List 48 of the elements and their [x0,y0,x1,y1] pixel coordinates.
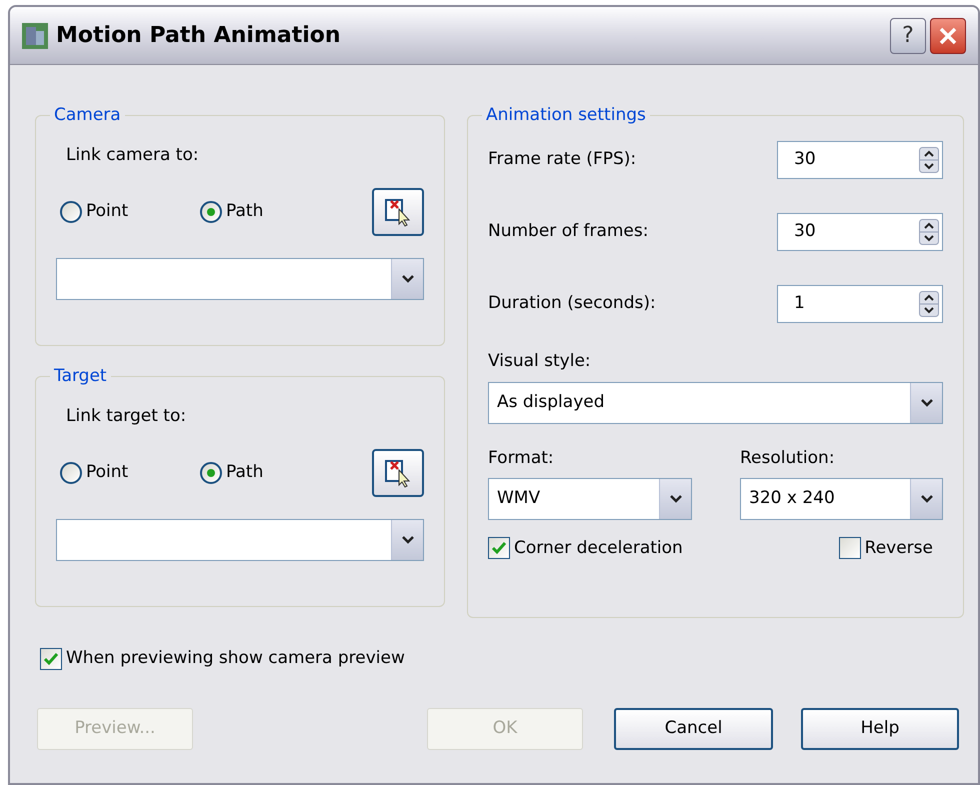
radio-option[interactable]: Path [200,460,264,486]
spin-arrows-icon [919,218,939,244]
window-title: Motion Path Animation [56,22,341,50]
checkbox[interactable] [40,648,62,670]
group-title: Animation settings [485,104,647,127]
link-label: Link camera to: [66,144,200,166]
number-spinner[interactable]: 30 [777,140,943,178]
field-label: Resolution: [740,447,836,470]
pick-point-button[interactable] [372,449,424,497]
select-cursor-icon [383,458,413,488]
format-dropdown[interactable]: WMV [488,478,692,520]
app-icon [22,22,48,48]
checkbox[interactable] [488,537,510,560]
close-button[interactable] [930,18,966,54]
chevron-icon [920,399,932,407]
checkbox-label: Reverse [864,536,933,560]
group-title: Camera [53,104,122,127]
number-spinner[interactable]: 1 [777,284,943,322]
radio-option[interactable]: Point [60,460,128,486]
spinner-label: Frame rate (FPS): [488,148,636,171]
checkbox-label: Corner deceleration [514,536,683,560]
close-icon [938,26,958,46]
object-dropdown[interactable] [56,519,424,561]
visual-style-dropdown[interactable]: As displayed [488,382,943,424]
checkbox[interactable] [838,537,861,560]
field-label: Visual style: [488,350,592,372]
select-cursor-icon [383,197,413,227]
dialog-button[interactable]: Help [801,708,959,750]
spinner-label: Duration (seconds): [488,292,656,315]
checkbox-label: When previewing show camera preview [66,647,405,670]
chevron-icon [670,494,682,502]
field-label: Format: [488,447,555,470]
resolution-dropdown[interactable]: 320 x 240 [740,478,943,520]
radio-option[interactable]: Point [60,199,128,225]
chevron-icon [920,494,932,502]
help-button[interactable]: ? [890,18,926,54]
link-label: Link target to: [66,404,188,428]
group-title: Target [53,365,108,388]
spin-arrows-icon [919,146,939,172]
number-spinner[interactable]: 30 [777,212,943,250]
radio-option[interactable]: Path [200,199,264,225]
spinner-label: Number of frames: [488,220,648,243]
chevron-icon [402,536,414,544]
object-dropdown[interactable] [56,258,424,300]
chevron-icon [402,275,414,283]
pick-point-button[interactable] [372,188,424,236]
spin-arrows-icon [919,290,939,316]
dialog-button[interactable]: Cancel [614,708,773,750]
